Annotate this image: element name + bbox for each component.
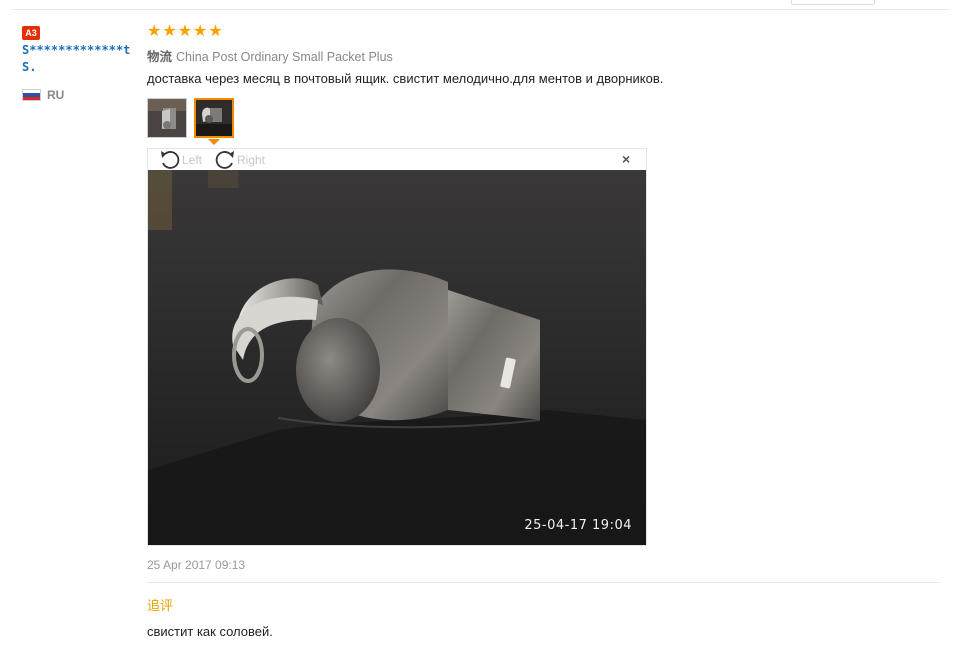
- rotate-right-label: Right: [237, 153, 266, 167]
- logistics-info: 物流 China Post Ordinary Small Packet Plus: [147, 46, 393, 65]
- followup-label: 追评: [147, 598, 174, 613]
- top-divider: [12, 9, 950, 10]
- buyer-level-badge: A3: [22, 26, 40, 40]
- logistics-value: China Post Ordinary Small Packet Plus: [176, 50, 393, 64]
- flag-ru-icon: [22, 89, 41, 101]
- photo-timestamp: 25-04-17 19:04: [524, 518, 632, 533]
- review-thumbnail[interactable]: [147, 98, 187, 138]
- rotate-left-icon: [161, 151, 180, 169]
- sort-dropdown[interactable]: [791, 0, 875, 5]
- review-date: 25 Apr 2017 09:13: [147, 558, 246, 572]
- rotate-left-label: Left: [182, 153, 203, 167]
- review-thumbnail-selected[interactable]: [194, 98, 234, 138]
- logistics-label: 物流: [147, 50, 173, 64]
- divider: [147, 582, 940, 583]
- rotate-left-button[interactable]: Left: [159, 150, 202, 170]
- review-photo: 25-04-17 19:04: [148, 170, 646, 545]
- review-text: доставка через месяц в почтовый ящик. св…: [147, 71, 664, 86]
- country-code: RU: [47, 88, 65, 102]
- close-icon[interactable]: ×: [622, 152, 630, 166]
- star-icon: ★: [177, 23, 193, 40]
- buyer-name: S*************t S.: [22, 43, 131, 74]
- star-icon: ★: [193, 23, 208, 40]
- rotate-right-button[interactable]: Right: [214, 150, 265, 170]
- star-icon: ★: [162, 23, 177, 40]
- followup-text: свистит как соловей.: [147, 624, 273, 639]
- photo-viewer-toolbar: Left Right ×: [148, 149, 646, 170]
- photo-viewer: Left Right × 25-04-17 19:04: [147, 148, 647, 546]
- star-icon: ★: [147, 23, 162, 40]
- star-rating: ★ ★ ★ ★ ★: [147, 24, 223, 40]
- buyer-country: RU: [22, 88, 64, 102]
- selected-thumb-caret: [208, 139, 220, 145]
- rotate-right-icon: [215, 151, 234, 169]
- star-icon: ★: [208, 23, 223, 40]
